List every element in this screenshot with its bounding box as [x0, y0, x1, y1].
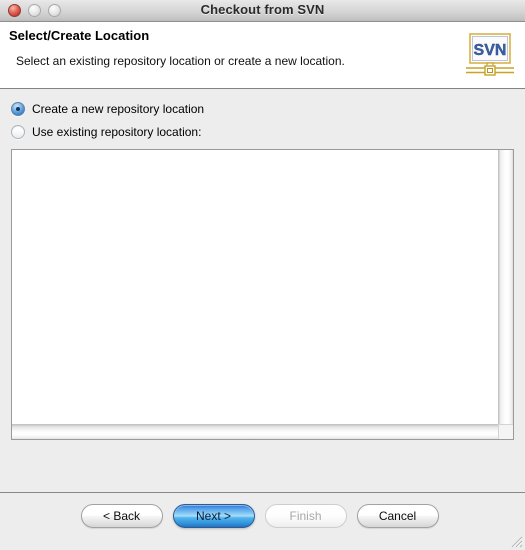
- svg-text:SVN: SVN: [474, 42, 507, 59]
- wizard-body: Create a new repository location Use exi…: [0, 89, 525, 492]
- svn-logo-icon: SVN: [466, 33, 514, 76]
- radio-create-new-location[interactable]: Create a new repository location: [11, 102, 204, 116]
- checkout-from-svn-dialog: Checkout from SVN Select/Create Location…: [0, 0, 525, 550]
- horizontal-scrollbar[interactable]: [12, 424, 498, 439]
- finish-button: Finish: [264, 504, 347, 528]
- window-titlebar: Checkout from SVN: [0, 0, 525, 22]
- radio-unselected-icon[interactable]: [11, 125, 25, 139]
- radio-use-existing-location-label: Use existing repository location:: [32, 125, 202, 139]
- back-button[interactable]: < Back: [80, 504, 163, 528]
- repository-location-list[interactable]: [11, 149, 514, 440]
- wizard-button-bar: < Back Next > Finish Cancel: [0, 504, 525, 528]
- radio-selected-icon[interactable]: [11, 102, 25, 116]
- vertical-scrollbar[interactable]: [498, 150, 513, 424]
- radio-create-new-location-label: Create a new repository location: [32, 102, 205, 116]
- scrollbar-corner: [498, 424, 513, 439]
- repository-location-list-content[interactable]: [12, 150, 498, 424]
- resize-grip-icon[interactable]: [509, 534, 523, 548]
- radio-use-existing-location[interactable]: Use existing repository location:: [11, 125, 201, 139]
- wizard-footer: < Back Next > Finish Cancel: [0, 492, 525, 550]
- next-button[interactable]: Next >: [172, 504, 255, 528]
- wizard-header: Select/Create Location Select an existin…: [0, 22, 525, 89]
- cancel-button[interactable]: Cancel: [356, 504, 439, 528]
- page-subtitle: Select an existing repository location o…: [16, 54, 345, 68]
- window-title: Checkout from SVN: [200, 2, 325, 17]
- page-title: Select/Create Location: [9, 28, 150, 43]
